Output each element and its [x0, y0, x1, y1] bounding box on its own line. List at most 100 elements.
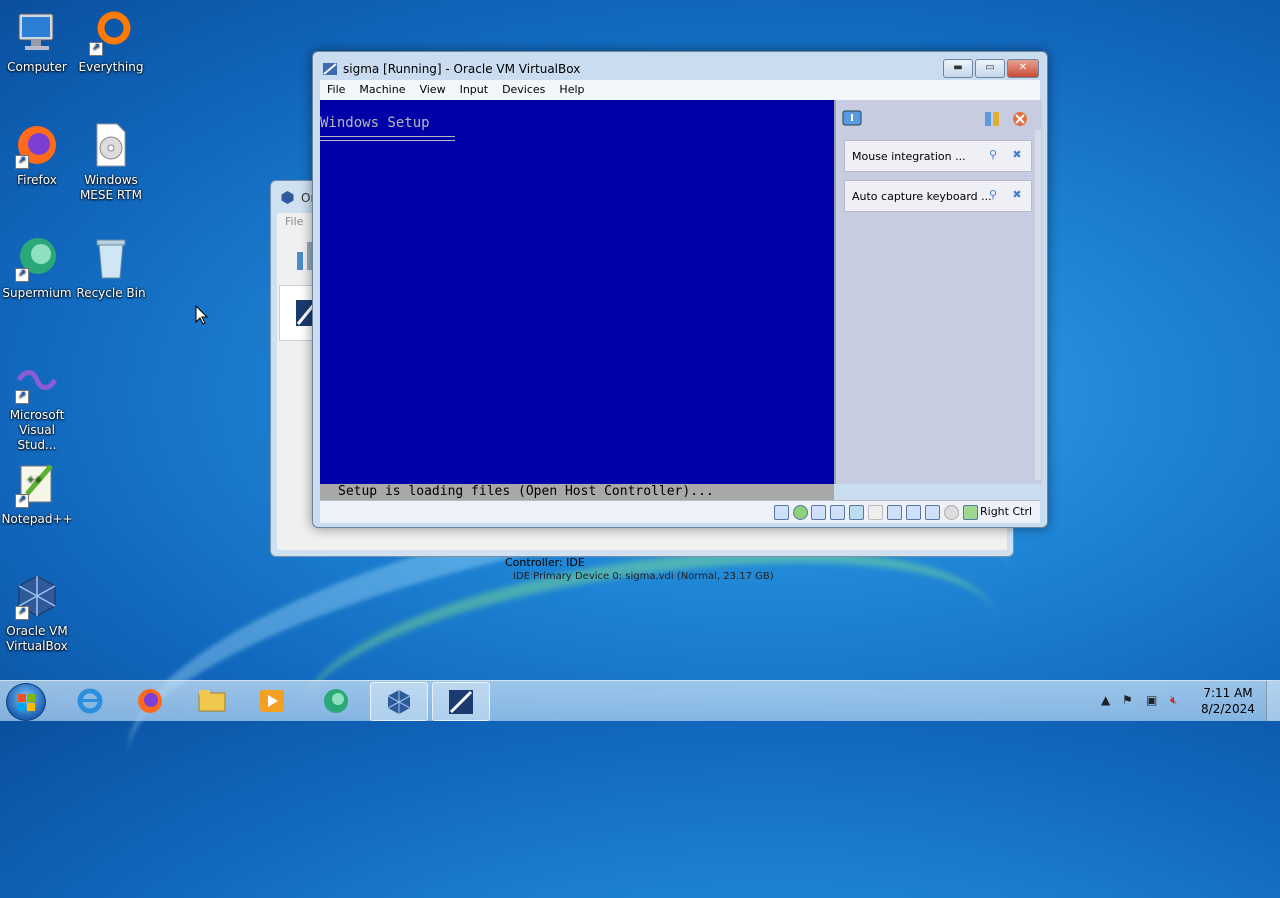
storage-controller-label: Controller: IDE [505, 556, 585, 569]
desktop-icon-visual-studio[interactable]: ↗ Microsoft Visual Stud... [0, 356, 74, 453]
file-explorer-icon [198, 690, 226, 712]
desktop-icon-label: Windows MESE RTM [79, 173, 143, 202]
pin-icon[interactable]: ⚲ [987, 149, 999, 161]
menu-machine[interactable]: Machine [352, 80, 412, 100]
taskbar-media-player[interactable] [244, 682, 300, 719]
system-clock[interactable]: 7:11 AM 8/2/2024 [1192, 685, 1264, 717]
virtualbox-icon [387, 690, 411, 714]
desktop-icon-label: Notepad++ [1, 512, 73, 526]
notification-scrollbar[interactable] [1035, 130, 1041, 480]
taskbar: ▲ ⚑ ▣ 🔇︎ 7:11 AM 8/2/2024 [0, 680, 1280, 721]
media-player-icon [260, 690, 284, 712]
shared-folders-status-icon[interactable] [868, 505, 883, 520]
notification-text: Mouse integration ... [852, 150, 966, 163]
clear-notifications-icon[interactable] [1010, 110, 1030, 128]
display-status-icon[interactable] [887, 505, 902, 520]
taskbar-firefox[interactable] [122, 682, 178, 719]
notification-text: Auto capture keyboard ... [852, 190, 992, 203]
vm-window-icon [323, 63, 337, 75]
usb-status-icon[interactable] [849, 505, 864, 520]
vm-statusbar: Right Ctrl [320, 500, 1040, 523]
menu-input[interactable]: Input [453, 80, 495, 100]
action-center-flag-icon[interactable]: ⚑ [1122, 693, 1133, 707]
desktop-icon-label: Everything [78, 60, 144, 74]
audio-status-icon[interactable] [811, 505, 826, 520]
windows-logo-part [27, 694, 35, 702]
supermium-browser-icon: ↗ [13, 234, 61, 282]
network-status-icon[interactable] [830, 505, 845, 520]
pin-icon[interactable]: ⚲ [987, 189, 999, 201]
vm-window[interactable]: sigma [Running] - Oracle VM VirtualBox ▬… [312, 51, 1048, 528]
notification-mouse-integration[interactable]: Mouse integration ... ⚲ ✖ [844, 140, 1032, 172]
host-key-label: Right Ctrl [980, 505, 1033, 518]
close-notification-icon[interactable]: ✖ [1011, 149, 1023, 161]
desktop-icon-recycle-bin[interactable]: Recycle Bin [74, 234, 148, 301]
menu-help[interactable]: Help [552, 80, 591, 100]
recording-status-icon[interactable] [906, 505, 921, 520]
close-notification-icon[interactable]: ✖ [1011, 189, 1023, 201]
setup-status-line: Setup is loading files (Open Host Contro… [320, 484, 834, 500]
clock-date: 8/2/2024 [1201, 702, 1255, 716]
desktop-icon-supermium[interactable]: ↗ Supermium [0, 234, 74, 301]
setup-header: Windows Setup [320, 115, 430, 131]
windows-logo-part [27, 703, 35, 711]
menu-view[interactable]: View [412, 80, 452, 100]
windows-logo-part [18, 703, 26, 711]
disc-image-icon [87, 121, 135, 169]
virtualbox-icon: ↗ [13, 572, 61, 620]
desktop-icon-everything[interactable]: ↗ Everything [74, 8, 148, 75]
taskbar-file-explorer[interactable] [184, 682, 240, 719]
desktop-icon-firefox[interactable]: ↗ Firefox [0, 121, 74, 188]
visual-studio-icon: ↗ [13, 356, 61, 404]
show-desktop-button[interactable] [1266, 681, 1280, 721]
close-button[interactable]: ✕ [1007, 59, 1039, 78]
volume-muted-icon[interactable]: 🔇︎ [1170, 693, 1178, 708]
notification-center: Mouse integration ... ⚲ ✖ Auto capture k… [834, 100, 1042, 484]
desktop-icon-label: Microsoft Visual Stud... [9, 408, 65, 452]
desktop-icon-notepad-plus-plus[interactable]: ++ ↗ Notepad++ [0, 460, 74, 527]
cpu-status-icon[interactable] [925, 505, 940, 520]
taskbar-windows-xp-vm[interactable] [432, 682, 490, 721]
desktop-icon-windows-mese[interactable]: Windows MESE RTM [74, 121, 148, 203]
desktop-icon-label: Firefox [17, 173, 57, 187]
minimize-button[interactable]: ▬ [943, 59, 973, 78]
clock-time: 7:11 AM [1203, 686, 1253, 700]
menu-devices[interactable]: Devices [495, 80, 552, 100]
vm-window-title: sigma [Running] - Oracle VM VirtualBox [343, 62, 581, 76]
supermium-icon [324, 689, 348, 713]
virtualbox-icon [281, 191, 294, 204]
taskbar-virtualbox[interactable] [370, 682, 428, 721]
vm-display[interactable]: Windows Setup [320, 100, 834, 484]
optical-drive-status-icon[interactable] [793, 505, 808, 520]
keyboard-capture-status-icon[interactable] [963, 505, 978, 520]
start-button[interactable] [6, 683, 46, 721]
network-icon[interactable]: ▣ [1146, 693, 1157, 707]
mouse-cursor-icon [195, 305, 209, 325]
mouse-integration-status-icon[interactable] [944, 505, 959, 520]
internet-explorer-icon [77, 688, 103, 714]
recycle-bin-icon [87, 234, 135, 282]
hard-disk-status-icon[interactable] [774, 505, 789, 520]
desktop-icon-label: Oracle VM VirtualBox [6, 624, 68, 653]
storage-device-label: IDE Primary Device 0: sigma.vdi (Normal,… [513, 571, 774, 582]
svg-text:++: ++ [27, 475, 42, 485]
taskbar-supermium[interactable] [308, 682, 364, 719]
firefox-icon [138, 689, 162, 713]
desktop-icon-label: Recycle Bin [76, 286, 146, 300]
manager-menu-file[interactable]: File [285, 215, 303, 228]
setup-header-underline [320, 136, 455, 141]
menu-file[interactable]: File [320, 80, 352, 100]
desktop-icon-computer[interactable]: Computer [0, 8, 74, 75]
notification-center-icon[interactable] [842, 110, 862, 128]
show-hidden-icons-icon[interactable]: ▲ [1101, 693, 1110, 707]
desktop-icon-virtualbox[interactable]: ↗ Oracle VM VirtualBox [0, 572, 74, 654]
maximize-button[interactable]: ▭ [975, 59, 1005, 78]
computer-icon [13, 8, 61, 56]
notepad-plus-plus-icon: ++ ↗ [13, 460, 61, 508]
taskbar-internet-explorer[interactable] [62, 682, 118, 719]
sort-notifications-icon[interactable] [982, 110, 1002, 128]
everything-search-icon: ↗ [87, 8, 135, 56]
desktop-icon-label: Supermium [2, 286, 72, 300]
windows-logo-icon [18, 694, 26, 702]
notification-auto-capture-keyboard[interactable]: Auto capture keyboard ... ⚲ ✖ [844, 180, 1032, 212]
